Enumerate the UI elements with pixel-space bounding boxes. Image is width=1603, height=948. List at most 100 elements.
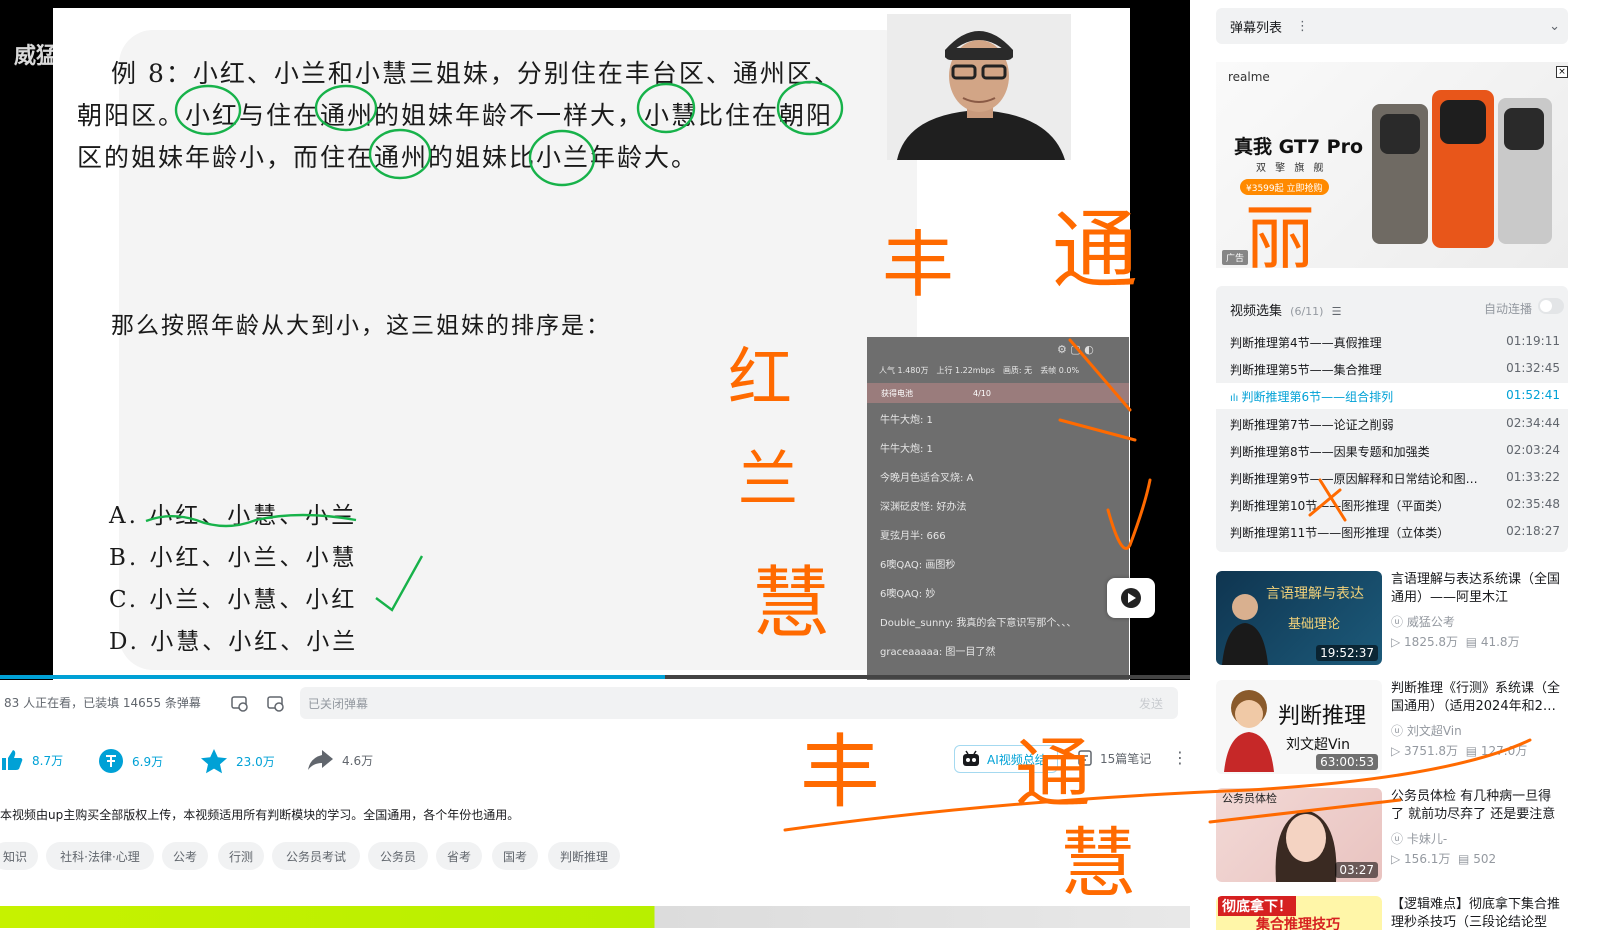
video-title-line2[interactable]: 通用）——阿里木江: [1391, 589, 1571, 607]
uploader-name: 刘文超Vin: [1406, 724, 1462, 738]
progress-fill: [0, 675, 665, 679]
stat-drop: 丢帧 0.0%: [1040, 365, 1080, 375]
progress-bar[interactable]: [0, 675, 1190, 679]
video-duration: 63:00:53: [1316, 754, 1378, 770]
like-button[interactable]: 8.7万: [0, 748, 63, 772]
video-title[interactable]: 言语理解与表达系统课（全国: [1391, 571, 1571, 589]
option-c: C. 小兰、小慧、小红: [109, 587, 358, 613]
playlist-item[interactable]: 判断推理第8节——因果专题和加强类 02:03:24: [1230, 443, 1560, 460]
robot-icon: [963, 750, 979, 766]
send-button[interactable]: 发送: [1124, 687, 1178, 719]
ad-brand: realme: [1228, 70, 1270, 84]
settings-icon[interactable]: ⚙ ▢ ◐: [1057, 343, 1094, 356]
playlist-item[interactable]: 判断推理第4节——真假推理 01:19:11: [1230, 334, 1560, 351]
ad-subtitle: 双 擎 旗 舰: [1256, 163, 1327, 174]
playlist-item-duration: 02:34:44: [1506, 416, 1560, 430]
teacher-webcam: [887, 14, 1071, 160]
uploader[interactable]: ⓤ 威猛公考: [1391, 613, 1455, 630]
playlist-item[interactable]: 判断推理第5节——集合推理 01:32:45: [1230, 361, 1560, 378]
danmaku-settings-icon[interactable]: [266, 694, 284, 716]
video-thumbnail[interactable]: 彻底拿下！ 集合推理技巧: [1216, 896, 1382, 930]
tag[interactable]: 公务员: [368, 842, 428, 870]
recommended-video[interactable]: 言语理解与表达 基础理论 19:52:37 言语理解与表达系统课（全国 通用）—…: [1216, 571, 1568, 667]
close-icon[interactable]: ×: [1556, 66, 1568, 78]
chat-message: Double_sunny: 我真的会下意识写那个、、、: [880, 618, 1077, 629]
chevron-down-icon[interactable]: ⌄: [1549, 19, 1560, 34]
playlist-item-duration: 01:19:11: [1506, 334, 1560, 348]
thumbnail-subtext: 集合推理技巧: [1256, 917, 1340, 930]
video-thumbnail[interactable]: 言语理解与表达 基础理论 19:52:37: [1216, 571, 1382, 665]
share-count: 4.6万: [342, 753, 374, 768]
danmaku-list-header[interactable]: 弹幕列表 ⋮ ⌄: [1216, 8, 1568, 44]
autoplay-toggle[interactable]: [1538, 298, 1564, 314]
recommended-video[interactable]: 公务员体检 03:27 公务员体检 有几种病一旦得 了 就前功尽弃了 还是要注意…: [1216, 788, 1568, 884]
coin-button[interactable]: 6.9万: [98, 748, 163, 774]
ad-price-button[interactable]: ¥3599起 立即抢购: [1240, 179, 1329, 195]
uploader[interactable]: ⓤ 刘文超Vin: [1391, 722, 1462, 739]
favorite-button[interactable]: 23.0万: [200, 748, 275, 774]
tag[interactable]: 知识: [0, 842, 38, 870]
presenter-figure: [1275, 810, 1337, 882]
energy-label: 获得电池: [881, 388, 913, 398]
playlist-item[interactable]: 判断推理第9节——原因解释和日常结论和图… 01:33:22: [1230, 470, 1560, 487]
chat-message: 牛牛大炮: 1: [880, 444, 933, 455]
playlist-item-active[interactable]: ılı 判断推理第6节——组合排列 01:52:41: [1216, 383, 1568, 409]
recommended-video[interactable]: 判断推理 刘文超Vin 63:00:53 判断推理《行测》系统课（全 国通用）（…: [1216, 680, 1568, 776]
playlist-item[interactable]: 判断推理第11节——图形推理（立体类） 02:18:27: [1230, 524, 1560, 541]
notes-label: 15篇笔记: [1100, 751, 1152, 766]
share-button[interactable]: 4.6万: [306, 748, 373, 772]
playlist-item[interactable]: 判断推理第7节——论证之削弱 02:34:44: [1230, 416, 1560, 433]
playlist-item-duration: 01:33:22: [1506, 470, 1560, 484]
video-title[interactable]: 判断推理《行测》系统课（全: [1391, 680, 1571, 698]
danmaku-toggle-icon[interactable]: [230, 694, 248, 716]
autoplay-label: 自动连播: [1484, 302, 1533, 316]
ai-summary-label: AI视频总结: [987, 752, 1047, 767]
tag[interactable]: 判断推理: [548, 842, 620, 870]
thumbnail-text: 判断推理: [1278, 704, 1367, 729]
playlist-item-duration: 02:03:24: [1506, 443, 1560, 457]
play-button[interactable]: [1107, 578, 1155, 618]
video-title-line2[interactable]: 理秒杀技巧（三段论结论型: [1391, 914, 1568, 930]
ai-summary-button[interactable]: AI视频总结: [954, 745, 1058, 773]
playlist-item-title: 判断推理第8节——因果专题和加强类: [1230, 445, 1430, 459]
ad-banner[interactable]: realme 真我 GT7 Pro 双 擎 旗 舰 ¥3599起 立即抢购 广告…: [1216, 62, 1568, 268]
more-icon[interactable]: ⋮: [1172, 748, 1188, 767]
uploader-name: 威猛公考: [1406, 615, 1455, 629]
notes-button[interactable]: 15篇笔记: [1076, 749, 1151, 767]
video-player[interactable]: 例 8：小红、小兰和小慧三姐妹，分别住在丰台区、通州区、 朝阳区。小红与住在通州…: [0, 0, 1190, 680]
playlist-panel: 视频选集 (6/11) ☰ 自动连播 判断推理第4节——真假推理 01:19:11…: [1216, 286, 1568, 552]
chat-message: graceaaaaa: 图一目了然: [880, 647, 996, 658]
energy-bar: 获得电池 4/10: [867, 383, 1129, 403]
playlist-title-label: 视频选集: [1230, 304, 1283, 319]
channel-watermark: 威猛公考: [14, 44, 103, 69]
star-icon: [201, 749, 227, 774]
video-duration: 19:52:37: [1316, 645, 1378, 661]
tag[interactable]: 公考: [162, 842, 208, 870]
video-title[interactable]: 公务员体检 有几种病一旦得: [1391, 788, 1571, 806]
chat-message: 牛牛大炮: 1: [880, 415, 933, 426]
view-count: 1825.8万: [1404, 635, 1459, 649]
list-icon[interactable]: ☰: [1332, 305, 1342, 318]
tag[interactable]: 国考: [492, 842, 538, 870]
video-title[interactable]: 【逻辑难点】彻底拿下集合推: [1391, 896, 1568, 914]
danmaku-count: 502: [1473, 852, 1497, 866]
video-title-line2[interactable]: 国通用）（适用2024年和2…: [1391, 698, 1571, 716]
video-thumbnail[interactable]: 公务员体检 03:27: [1216, 788, 1382, 882]
playlist-item[interactable]: 判断推理第10节——图形推理（平面类） 02:35:48: [1230, 497, 1560, 514]
tag[interactable]: 社科·法律·心理: [46, 842, 154, 870]
view-count: 156.1万: [1404, 852, 1451, 866]
tag[interactable]: 公务员考试: [272, 842, 360, 870]
video-title-line2[interactable]: 了 就前功尽弃了 还是要注意: [1391, 806, 1571, 824]
danmaku-input[interactable]: 已关闭弹幕: [300, 687, 1126, 719]
playlist-item-title: 判断推理第6节——组合排列: [1241, 390, 1394, 404]
menu-dots-icon[interactable]: ⋮: [1296, 19, 1309, 34]
tag[interactable]: 省考: [436, 842, 482, 870]
coin-icon: [99, 749, 123, 773]
playlist-item-duration: 02:35:48: [1506, 497, 1560, 511]
thumbnail-text: 彻底拿下！: [1218, 896, 1296, 916]
recommended-video[interactable]: 彻底拿下！ 集合推理技巧 【逻辑难点】彻底拿下集合推 理秒杀技巧（三段论结论型: [1216, 896, 1568, 930]
video-thumbnail[interactable]: 判断推理 刘文超Vin 63:00:53: [1216, 680, 1382, 774]
uploader[interactable]: ⓤ 卡妹儿-: [1391, 830, 1447, 847]
tag[interactable]: 行测: [218, 842, 264, 870]
ink-char: 通: [1015, 729, 1091, 818]
